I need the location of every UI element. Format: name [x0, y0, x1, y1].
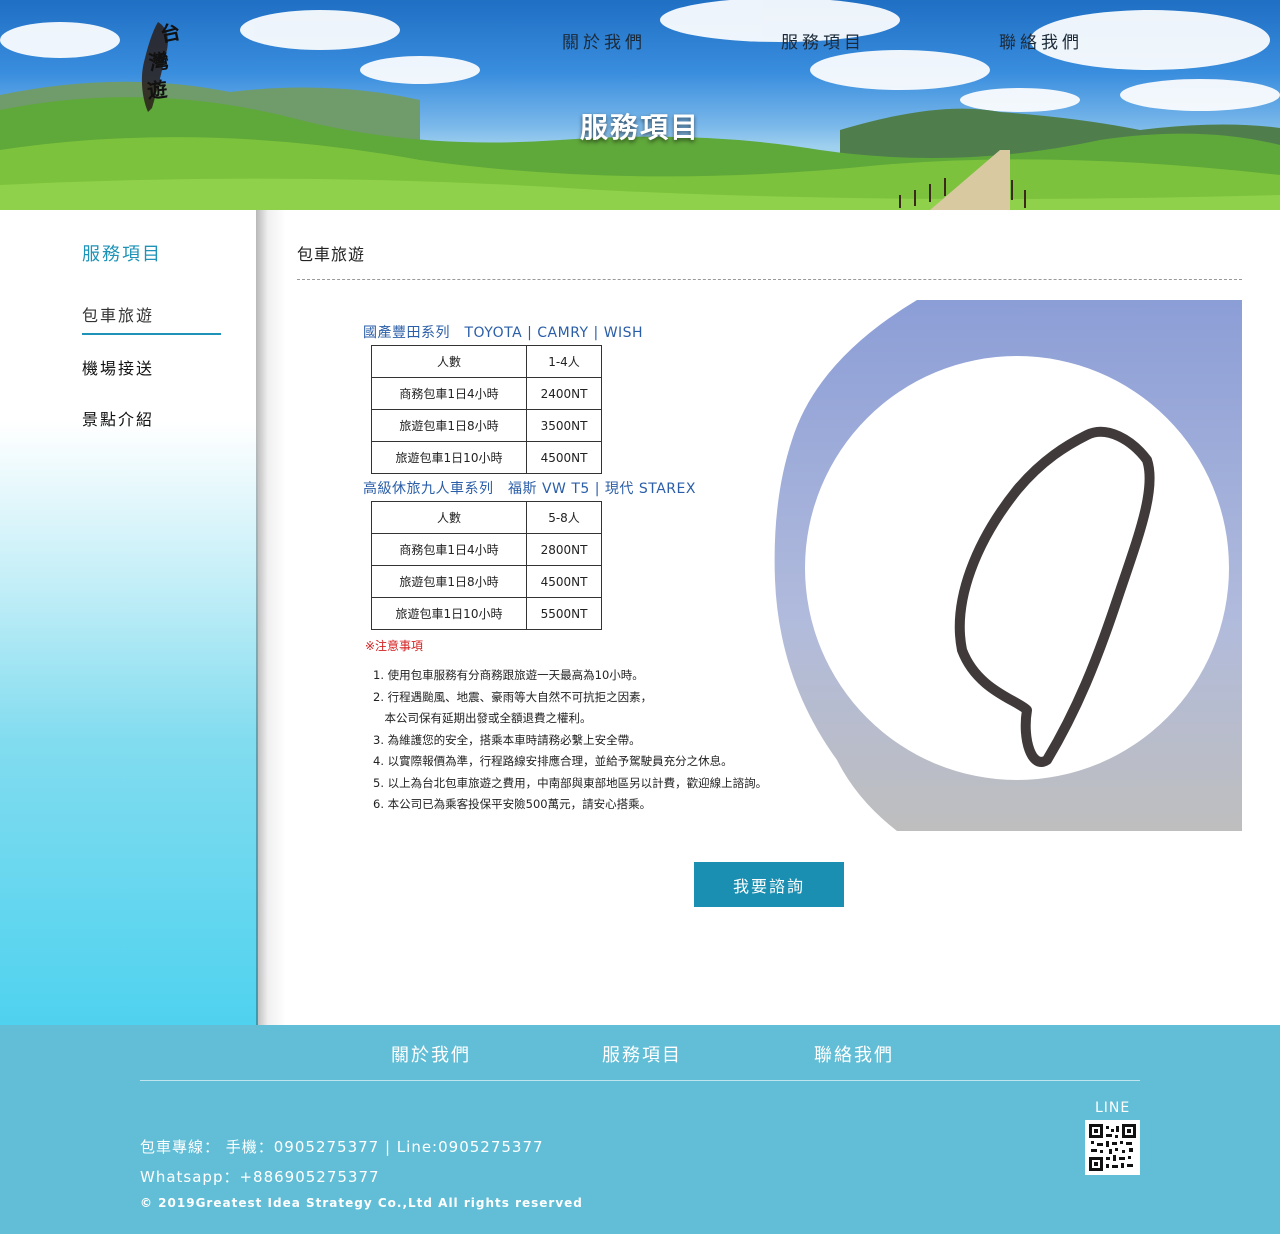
series2-title: 高級休旅九人車系列 福斯 VW T5 | 現代 STAREX: [363, 481, 696, 497]
list-item: 3. 為維護您的安全，搭乘本車時請務必繫上安全帶。: [373, 732, 641, 747]
table-row: 旅遊包車1日8小時 4500NT: [371, 565, 602, 598]
sidebar-shadow: [256, 210, 286, 1025]
sidebar-active-underline: [82, 333, 221, 335]
footer-nav-about[interactable]: 關於我們: [391, 1041, 471, 1067]
table-row: 人數 5-8人: [371, 501, 602, 534]
table-cell: 旅遊包車1日10小時: [371, 441, 527, 474]
table-cell: 2800NT: [526, 533, 602, 566]
nav-services[interactable]: 服務項目: [781, 28, 865, 53]
table-cell: 旅遊包車1日8小時: [371, 409, 527, 442]
footer-whatsapp: Whatsapp：+886905275377: [140, 1168, 380, 1186]
nav-contact[interactable]: 聯絡我們: [999, 28, 1083, 53]
line-qr-code-icon[interactable]: [1085, 1120, 1140, 1175]
footer: 關於我們 服務項目 聯絡我們 包車專線： 手機：0905275377 | Lin…: [0, 1025, 1280, 1234]
table-row: 旅遊包車1日8小時 3500NT: [371, 409, 602, 442]
table-row: 人數 1-4人: [371, 345, 602, 378]
header-banner: 台 灣 遊 關於我們 服務項目 聯絡我們 服務項目: [0, 0, 1280, 210]
table-row: 商務包車1日4小時 2800NT: [371, 533, 602, 566]
footer-nav-contact[interactable]: 聯絡我們: [814, 1041, 894, 1067]
table-cell: 4500NT: [526, 565, 602, 598]
series2-price-table: 人數 5-8人 商務包車1日4小時 2800NT 旅遊包車1日8小時 4500N…: [371, 501, 602, 630]
top-nav: 關於我們 服務項目 聯絡我們: [0, 28, 1280, 53]
list-item: 1. 使用包車服務有分商務跟旅遊一天最高為10小時。: [373, 668, 644, 682]
page-title: 包車旅遊: [297, 245, 366, 264]
sidebar-item-airport-transfer[interactable]: 機場接送: [82, 355, 154, 379]
svg-text:灣: 灣: [147, 48, 170, 75]
notes-heading: ※注意事項: [365, 639, 424, 653]
inquiry-button[interactable]: 我要諮詢: [694, 862, 844, 907]
list-item: 4. 以實際報價為準，行程路線安排應合理，並給予駕駛員充分之休息。: [373, 754, 733, 768]
table-cell: 5-8人: [526, 501, 602, 534]
table-cell: 人數: [371, 501, 527, 534]
table-cell: 商務包車1日4小時: [371, 377, 527, 410]
list-item: 5. 以上為台北包車旅遊之費用，中南部與東部地區另以計費，歡迎線上諮詢。: [373, 775, 768, 790]
table-cell: 5500NT: [526, 597, 602, 630]
table-row: 旅遊包車1日10小時 5500NT: [371, 597, 602, 630]
banner-title: 服務項目: [579, 111, 700, 144]
svg-text:遊: 遊: [146, 77, 168, 103]
table-cell: 旅遊包車1日10小時: [371, 597, 527, 630]
series1-price-table: 人數 1-4人 商務包車1日4小時 2400NT 旅遊包車1日8小時 3500N…: [371, 345, 602, 474]
notes-list: 1. 使用包車服務有分商務跟旅遊一天最高為10小時。 2. 行程遇颱風、地震、豪…: [373, 665, 767, 816]
table-cell: 人數: [371, 345, 527, 378]
title-divider: [297, 279, 1242, 280]
footer-divider: [140, 1080, 1140, 1081]
line-label: LINE: [1095, 1100, 1131, 1116]
table-cell: 2400NT: [526, 377, 602, 410]
footer-copyright: © 2019Greatest Idea Strategy Co.,Ltd All…: [140, 1196, 583, 1210]
list-item: 2. 行程遇颱風、地震、豪雨等大自然不可抗拒之因素，: [373, 689, 653, 704]
sidebar-item-attractions[interactable]: 景點介紹: [82, 406, 154, 430]
table-row: 旅遊包車1日10小時 4500NT: [371, 441, 602, 474]
table-cell: 3500NT: [526, 409, 602, 442]
list-item: 本公司保有延期出發或全額退費之權利。: [373, 711, 592, 725]
table-cell: 4500NT: [526, 441, 602, 474]
footer-contact-line: 包車專線： 手機：0905275377 | Line:0905275377: [140, 1138, 544, 1156]
table-cell: 商務包車1日4小時: [371, 533, 527, 566]
table-cell: 旅遊包車1日8小時: [371, 565, 527, 598]
sidebar-title: 服務項目: [82, 244, 162, 265]
table-cell: 1-4人: [526, 345, 602, 378]
sidebar-item-charter-tour[interactable]: 包車旅遊: [82, 302, 154, 326]
footer-nav-services[interactable]: 服務項目: [602, 1041, 682, 1067]
series1-title: 國產豐田系列 TOYOTA | CAMRY | WISH: [363, 325, 644, 341]
table-row: 商務包車1日4小時 2400NT: [371, 377, 602, 410]
list-item: 6. 本公司已為乘客投保平安險500萬元，請安心搭乘。: [373, 797, 652, 811]
nav-about[interactable]: 關於我們: [562, 28, 646, 53]
pricing-image: 國產豐田系列 TOYOTA | CAMRY | WISH 人數 1-4人 商務包…: [297, 300, 1242, 831]
